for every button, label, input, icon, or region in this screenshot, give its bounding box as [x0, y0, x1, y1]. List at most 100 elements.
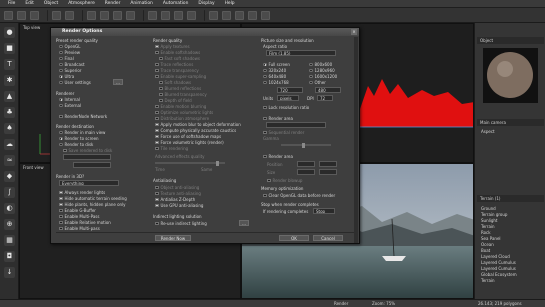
tree-item[interactable]: Boat — [481, 248, 490, 253]
indirect-settings-button[interactable]: … — [239, 220, 249, 226]
enable-supersampling-check[interactable]: Enable super-sampling — [155, 74, 206, 79]
render-icon[interactable] — [174, 10, 183, 20]
save-to-disk-check[interactable]: Save rendered to disk — [63, 148, 112, 153]
cube-icon[interactable]: ■ — [4, 43, 15, 54]
hide-terrain-seeding-check[interactable]: Hide automatic terrain seeding — [59, 196, 127, 201]
stop-condition-dropdown[interactable]: Stop — [313, 208, 335, 214]
file-format-field[interactable] — [73, 162, 111, 168]
hide-plants-check[interactable]: Hide plants, hidden plane only — [59, 202, 126, 207]
reuse-indirect-check[interactable]: Re-use indirect lighting — [155, 221, 207, 226]
light-icon[interactable]: ✱ — [4, 75, 15, 86]
blurred-reflections-check[interactable]: Blurred reflections — [159, 86, 201, 91]
height-field[interactable]: 480 — [315, 87, 341, 93]
tree-item[interactable]: Ocean — [481, 242, 494, 247]
polygon-icon[interactable]: ◆ — [4, 171, 15, 182]
new-scene-icon[interactable] — [4, 10, 13, 20]
water-icon[interactable]: ≈ — [4, 155, 15, 166]
trace-reflections-check[interactable]: Trace reflections — [155, 62, 193, 67]
size-fullscreen-radio[interactable]: Full screen — [263, 62, 290, 67]
stereo-dropdown[interactable]: Everything — [59, 180, 119, 186]
size-1024x768-radio[interactable]: 1024x768 — [263, 80, 289, 85]
size-800x600-radio[interactable]: 800x600 — [309, 62, 332, 67]
apply-motion-blur-check[interactable]: Apply motion blur to object deformation — [155, 122, 241, 127]
tree-item[interactable]: Rock — [481, 230, 491, 235]
ecosystem-icon[interactable]: ♠ — [4, 123, 15, 134]
menu-render[interactable]: Render — [100, 1, 126, 6]
renderer-internal-radio[interactable]: Internal — [59, 97, 80, 102]
preset-preview-radio[interactable]: Preview — [59, 50, 80, 55]
size-1600x1200-radio[interactable]: 1600x1200 — [309, 74, 337, 79]
depth-of-field-check[interactable]: Depth of field — [159, 98, 192, 103]
cloud-icon[interactable]: ☁ — [4, 139, 15, 150]
render-blowup-check[interactable]: Render blowup — [267, 178, 302, 183]
enable-relative-motion-check[interactable]: Enable Relative motion — [59, 220, 111, 225]
preset-opengl-radio[interactable]: OpenGL — [59, 44, 81, 49]
link-icon[interactable] — [148, 10, 157, 20]
text-icon[interactable]: T — [4, 59, 15, 70]
render-area-icon[interactable] — [187, 10, 196, 20]
rendernode-network-check[interactable]: RenderNode Network — [59, 114, 107, 119]
rotate-icon[interactable] — [100, 10, 109, 20]
library-icon[interactable] — [261, 10, 270, 20]
mountain-icon[interactable]: ▲ — [4, 91, 15, 102]
soft-shadows-check[interactable]: Soft shadows — [159, 80, 191, 85]
camera-object-icon[interactable]: ◘ — [4, 251, 15, 262]
output-file-field[interactable] — [63, 154, 111, 160]
metacloud-icon[interactable]: ◐ — [4, 203, 15, 214]
dest-screen-radio[interactable]: Render to screen — [59, 136, 99, 141]
tree-item[interactable]: Terrain — [481, 278, 495, 283]
tree-item[interactable]: Layered Cumulus — [481, 260, 516, 265]
size-640x480-radio[interactable]: 640x480 — [263, 74, 286, 79]
compute-caustics-check[interactable]: Compute physically accurate caustics — [155, 128, 236, 133]
resize-icon[interactable] — [113, 10, 122, 20]
atmosphere-icon[interactable] — [209, 10, 218, 20]
tree-item[interactable]: Ground — [481, 206, 496, 211]
size-320x240-radio[interactable]: 320x240 — [263, 68, 286, 73]
preset-user-radio[interactable]: User settings — [59, 80, 91, 85]
force-softshadow-maps-check[interactable]: Force use of softshadow maps — [155, 134, 221, 139]
preset-broadcast-radio[interactable]: Broadcast — [59, 62, 85, 67]
twist-icon[interactable] — [126, 10, 135, 20]
tree-item[interactable]: Terrain group — [481, 212, 507, 217]
spline-icon[interactable]: ∫ — [4, 187, 15, 198]
dest-main-view-radio[interactable]: Render in main view — [59, 130, 105, 135]
size-1280x960-radio[interactable]: 1280x960 — [309, 68, 335, 73]
apply-textures-check[interactable]: Apply textures — [155, 44, 190, 49]
render-area-2-check[interactable]: Render area — [263, 154, 293, 159]
force-volumetric-lights-check[interactable]: Force volumetric lights (render) — [155, 140, 224, 145]
tree-item[interactable]: Layered Cloud — [481, 254, 510, 259]
tree-item[interactable]: Layered Cumulus — [481, 266, 516, 271]
render-area-check[interactable]: Render area — [263, 116, 293, 121]
import-icon[interactable]: ↓ — [4, 267, 15, 278]
size-x-field[interactable] — [297, 169, 315, 175]
enable-motion-blur-check[interactable]: Enable motion blurring — [155, 104, 206, 109]
blurred-transparency-check[interactable]: Blurred transparency — [159, 92, 207, 97]
move-icon[interactable] — [87, 10, 96, 20]
close-icon[interactable]: × — [351, 29, 357, 35]
enable-gbuffer-check[interactable]: Enable G-Buffer — [59, 208, 96, 213]
dialog-scrollbar[interactable] — [354, 37, 358, 243]
antialias-zdepth-check[interactable]: Antialias Z-Depth — [155, 197, 195, 202]
menu-edit[interactable]: Edit — [20, 1, 39, 6]
preset-final-radio[interactable]: Final — [59, 56, 74, 61]
dest-disk-radio[interactable]: Render to disk — [59, 142, 93, 147]
clear-opengl-check[interactable]: Clear OpenGL data before render — [263, 193, 335, 198]
preset-superior-radio[interactable]: Superior — [59, 68, 81, 73]
ok-button[interactable]: OK — [279, 235, 309, 241]
open-icon[interactable] — [17, 10, 26, 20]
edit-settings-button[interactable]: … — [113, 79, 123, 85]
menu-file[interactable]: File — [0, 1, 20, 6]
distribution-atmosphere-check[interactable]: Distribution atmosphere — [155, 116, 209, 121]
fast-soft-shadows-check[interactable]: Fast soft shadows — [159, 56, 200, 61]
size-y-field[interactable] — [319, 169, 337, 175]
trace-transparency-check[interactable]: Trace transparency — [155, 68, 199, 73]
sphere-icon[interactable]: ● — [4, 27, 15, 38]
redo-icon[interactable] — [65, 10, 74, 20]
position-y-field[interactable] — [319, 161, 337, 167]
menu-help[interactable]: Help — [220, 1, 240, 6]
renderer-external-radio[interactable]: External — [59, 103, 81, 108]
tree-item[interactable]: Global Ecosystem — [481, 272, 517, 277]
menu-display[interactable]: Display — [193, 1, 219, 6]
units-dropdown[interactable]: pixels — [277, 95, 299, 101]
advanced-effects-slider[interactable] — [155, 161, 225, 166]
